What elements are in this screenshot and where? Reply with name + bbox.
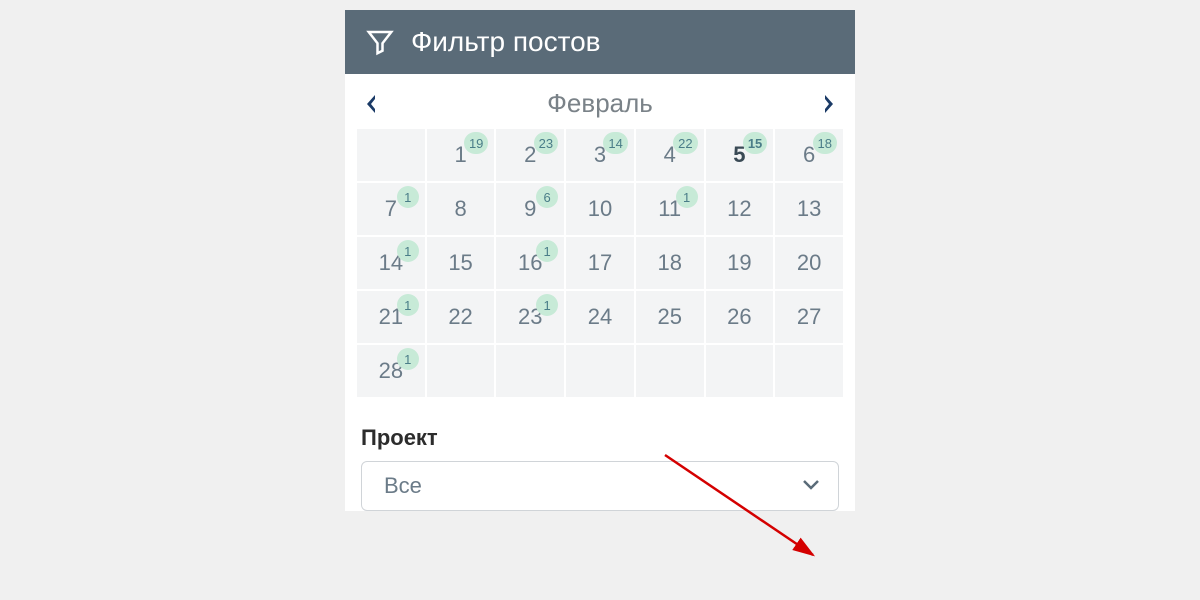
day-number: 17 bbox=[588, 250, 612, 276]
project-select-value: Все bbox=[384, 473, 422, 499]
project-section: Проект Все bbox=[345, 415, 855, 511]
day-number: 18 bbox=[657, 250, 681, 276]
project-select[interactable]: Все bbox=[361, 461, 839, 511]
filter-icon bbox=[365, 27, 395, 57]
day-number: 26 bbox=[727, 304, 751, 330]
day-number: 7 bbox=[385, 196, 397, 222]
calendar-day[interactable]: 211 bbox=[357, 291, 425, 343]
day-number: 20 bbox=[797, 250, 821, 276]
calendar-grid: 1192233144225156187189610111121314115161… bbox=[345, 129, 855, 415]
calendar-blank bbox=[775, 345, 843, 397]
day-number: 10 bbox=[588, 196, 612, 222]
filter-panel: Фильтр постов Февраль 119223314422515618… bbox=[345, 10, 855, 511]
day-number: 27 bbox=[797, 304, 821, 330]
day-number: 13 bbox=[797, 196, 821, 222]
calendar-day[interactable]: 20 bbox=[775, 237, 843, 289]
calendar-blank bbox=[636, 345, 704, 397]
calendar-day[interactable]: 15 bbox=[427, 237, 495, 289]
calendar-blank bbox=[427, 345, 495, 397]
day-badge: 1 bbox=[397, 294, 419, 316]
day-badge: 1 bbox=[536, 240, 558, 262]
calendar-day[interactable]: 119 bbox=[427, 129, 495, 181]
day-number: 22 bbox=[448, 304, 472, 330]
day-badge: 19 bbox=[464, 132, 488, 154]
calendar-day[interactable]: 223 bbox=[496, 129, 564, 181]
next-month-button[interactable] bbox=[821, 92, 837, 116]
panel-header: Фильтр постов bbox=[345, 10, 855, 74]
calendar-day[interactable]: 27 bbox=[775, 291, 843, 343]
calendar-day[interactable]: 24 bbox=[566, 291, 634, 343]
calendar-day[interactable]: 281 bbox=[357, 345, 425, 397]
project-label: Проект bbox=[361, 425, 839, 451]
panel-title: Фильтр постов bbox=[411, 26, 601, 58]
day-badge: 1 bbox=[397, 348, 419, 370]
prev-month-button[interactable] bbox=[363, 92, 379, 116]
day-number: 12 bbox=[727, 196, 751, 222]
day-number: 19 bbox=[727, 250, 751, 276]
day-number: 24 bbox=[588, 304, 612, 330]
day-badge: 1 bbox=[397, 240, 419, 262]
chevron-down-icon bbox=[802, 477, 820, 495]
day-number: 9 bbox=[524, 196, 536, 222]
day-badge: 1 bbox=[676, 186, 698, 208]
calendar-day[interactable]: 422 bbox=[636, 129, 704, 181]
calendar-day[interactable]: 618 bbox=[775, 129, 843, 181]
calendar-day[interactable]: 111 bbox=[636, 183, 704, 235]
calendar-blank bbox=[566, 345, 634, 397]
calendar-day[interactable]: 26 bbox=[706, 291, 774, 343]
month-label: Февраль bbox=[547, 88, 653, 119]
calendar-day[interactable]: 19 bbox=[706, 237, 774, 289]
calendar-day[interactable]: 96 bbox=[496, 183, 564, 235]
month-navigation: Февраль bbox=[345, 74, 855, 129]
calendar-day[interactable]: 141 bbox=[357, 237, 425, 289]
day-badge: 14 bbox=[603, 132, 627, 154]
calendar-blank bbox=[706, 345, 774, 397]
calendar-day[interactable]: 13 bbox=[775, 183, 843, 235]
calendar-blank bbox=[357, 129, 425, 181]
day-number: 25 bbox=[657, 304, 681, 330]
day-badge: 18 bbox=[813, 132, 837, 154]
calendar-day[interactable]: 231 bbox=[496, 291, 564, 343]
day-number: 8 bbox=[454, 196, 466, 222]
day-badge: 1 bbox=[397, 186, 419, 208]
calendar-day[interactable]: 25 bbox=[636, 291, 704, 343]
calendar-day[interactable]: 314 bbox=[566, 129, 634, 181]
calendar-day[interactable]: 515 bbox=[706, 129, 774, 181]
calendar-day[interactable]: 12 bbox=[706, 183, 774, 235]
day-badge: 6 bbox=[536, 186, 558, 208]
calendar-day[interactable]: 71 bbox=[357, 183, 425, 235]
day-number: 15 bbox=[448, 250, 472, 276]
day-badge: 22 bbox=[673, 132, 697, 154]
calendar-day[interactable]: 17 bbox=[566, 237, 634, 289]
calendar-day[interactable]: 10 bbox=[566, 183, 634, 235]
calendar-blank bbox=[496, 345, 564, 397]
calendar-day[interactable]: 161 bbox=[496, 237, 564, 289]
calendar-day[interactable]: 18 bbox=[636, 237, 704, 289]
day-badge: 1 bbox=[536, 294, 558, 316]
calendar-day[interactable]: 22 bbox=[427, 291, 495, 343]
day-badge: 15 bbox=[743, 132, 767, 154]
calendar-day[interactable]: 8 bbox=[427, 183, 495, 235]
day-badge: 23 bbox=[534, 132, 558, 154]
